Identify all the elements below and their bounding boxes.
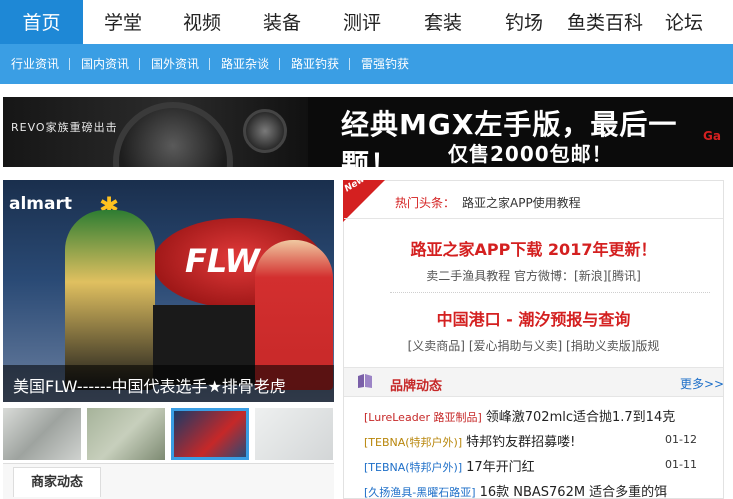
brand-news-source: [久扬渔具-黑曜石路亚] (364, 486, 476, 499)
charity-donation-link[interactable]: [爱心捐助与义卖] (469, 339, 562, 353)
banner-reel-image: REVO家族重磅出击 (3, 97, 308, 167)
featured-photo[interactable]: almart ✱ FLW 美国FLW------中国代表选手★排骨老虎 (3, 180, 334, 402)
nav-tab-review[interactable]: 测评 (323, 0, 401, 44)
flw-logo-text: FLW (185, 242, 260, 280)
app-download-headline[interactable]: 路亚之家APP下载 2017年更新！ (344, 236, 723, 260)
sell-used-gear-link[interactable]: 卖二手渔具教程 (426, 269, 510, 283)
subnav-lure-talk[interactable]: 路亚杂谈 (221, 44, 269, 84)
nav-tab-fishing-spots[interactable]: 钓场 (485, 0, 563, 44)
subnav-separator (139, 58, 140, 70)
headline2-links: [义卖商品] [爱心捐助与义卖] [捐助义卖版]版规 (344, 337, 723, 354)
nav-tab-home[interactable]: 首页 (0, 0, 83, 44)
brand-news-item[interactable]: [LureLeader 路亚制品] 领峰激702mlc适合抛1.7到14克 (364, 406, 675, 428)
brand-news-date: 01-12 (665, 433, 697, 446)
subnav-leiqiang-catch[interactable]: 雷强钓获 (361, 44, 409, 84)
subnav-lure-catch[interactable]: 路亚钓获 (291, 44, 339, 84)
brand-news-item[interactable]: [TEBNA(特邦户外)] 17年开门红 (364, 456, 535, 478)
reel-spool-shape (113, 102, 233, 167)
brand-news-title: 品牌动态 (390, 379, 443, 394)
thumbnail-1[interactable] (3, 408, 81, 460)
nav-tab-school[interactable]: 学堂 (83, 0, 163, 44)
merchant-news-tab[interactable]: 商家动态 (13, 467, 101, 497)
thumbnail-4[interactable] (255, 408, 333, 460)
nav-tab-sets[interactable]: 套装 (401, 0, 485, 44)
banner-brand-logo: Ga (703, 129, 721, 143)
sponsor-logo-text: almart (9, 194, 72, 214)
sub-nav: 行业资讯 国内资讯 国外资讯 路亚杂谈 路亚钓获 雷强钓获 (0, 44, 733, 84)
brand-news-source: [TEBNA(特邦户外)] (364, 436, 463, 449)
nav-tab-gear[interactable]: 装备 (241, 0, 323, 44)
hot-headline-link[interactable]: 路亚之家APP使用教程 (462, 194, 581, 211)
nav-tab-forum[interactable]: 论坛 (651, 0, 717, 44)
book-icon (358, 374, 372, 388)
brand-news-title-text: 16款 NBAS762M 适合多重的饵 (479, 485, 668, 499)
reel-knob-shape (243, 109, 287, 153)
banner-price: 仅售2000包邮！ (448, 142, 613, 166)
nav-tab-fish-encyclopedia[interactable]: 鱼类百科 (563, 0, 647, 44)
featured-caption[interactable]: 美国FLW------中国代表选手★排骨老虎 (13, 373, 286, 397)
charity-goods-link[interactable]: [义卖商品] (408, 339, 465, 353)
subnav-foreign-news[interactable]: 国外资讯 (151, 44, 199, 84)
banner-left-text: REVO家族重磅出击 (11, 121, 118, 134)
subnav-separator (349, 58, 350, 70)
brand-news-date: 01-11 (665, 458, 697, 471)
thumbnail-2[interactable] (87, 408, 165, 460)
banner-ad[interactable]: REVO家族重磅出击 经典MGX左手版，最后一颗！ 仅售2000包邮！ Ga (3, 97, 733, 167)
brand-news-more-link[interactable]: 更多>> (680, 375, 724, 392)
brand-news-title-text: 特邦钓友群招募喽! (466, 435, 576, 450)
brand-news-title-text: 17年开门红 (466, 460, 535, 475)
merchant-section: 商家动态 (3, 463, 334, 499)
subnav-separator (209, 58, 210, 70)
brand-news-title-text: 领峰激702mlc适合抛1.7到14克 (485, 410, 676, 425)
subnav-industry-news[interactable]: 行业资讯 (11, 44, 59, 84)
headline1-links: 卖二手渔具教程 官方微博：[新浪][腾讯] (344, 267, 723, 284)
official-weibo-link[interactable]: 官方微博：[新浪][腾讯] (514, 269, 641, 283)
charity-rules-link[interactable]: [捐助义卖版]版规 (566, 339, 659, 353)
brand-news-source: [TEBNA(特邦户外)] (364, 461, 463, 474)
divider (344, 218, 723, 219)
dotted-divider (390, 292, 710, 293)
angler-figure (65, 210, 155, 390)
thumbnail-strip (3, 408, 334, 460)
subnav-separator (69, 58, 70, 70)
subnav-separator (279, 58, 280, 70)
subnav-domestic-news[interactable]: 国内资讯 (81, 44, 129, 84)
tide-forecast-headline[interactable]: 中国港口 - 潮汐预报与查询 (344, 306, 723, 330)
hot-headline-label: 热门头条： (395, 196, 456, 210)
brand-news-item[interactable]: [TEBNA(特邦户外)] 特邦钓友群招募喽! (364, 431, 575, 453)
brand-news-source: [LureLeader 路亚制品] (364, 411, 482, 424)
banner-brand-text: Ga (703, 129, 721, 143)
nav-tab-video[interactable]: 视频 (163, 0, 241, 44)
thumbnail-3-selected[interactable] (171, 408, 249, 460)
main-nav: 首页 学堂 视频 装备 测评 套装 钓场 鱼类百科 论坛 (0, 0, 733, 44)
brand-news-item[interactable]: [久扬渔具-黑曜石路亚] 16款 NBAS762M 适合多重的饵 (364, 481, 667, 499)
